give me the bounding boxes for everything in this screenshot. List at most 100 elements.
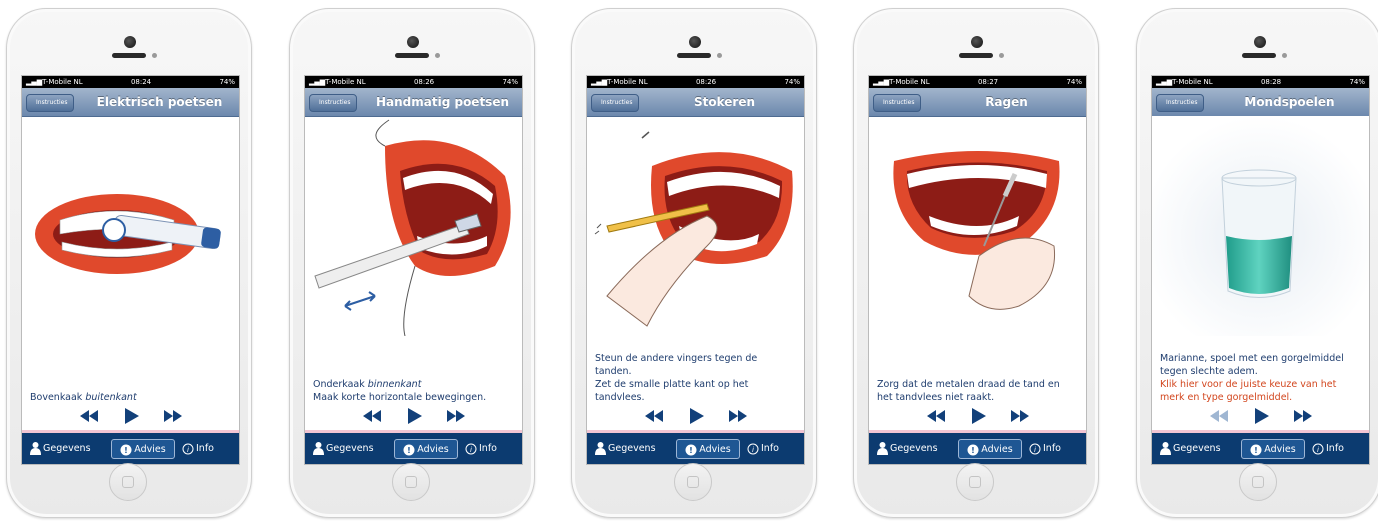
tab-info[interactable]: i Info	[1312, 439, 1344, 459]
tab-info[interactable]: i Info	[465, 439, 497, 459]
tab-bar: Gegevens ! Advies i Info	[22, 433, 239, 464]
tab-advies[interactable]: ! Advies	[676, 439, 740, 459]
tab-label: Gegevens	[43, 443, 91, 454]
front-camera	[971, 36, 983, 48]
info-icon: i	[1312, 443, 1324, 454]
page-title: Handmatig poetsen	[375, 95, 510, 109]
status-time: 08:26	[695, 78, 717, 86]
svg-text:!: !	[689, 446, 693, 455]
play-icon[interactable]	[685, 407, 707, 425]
caption-line: tandvlees.	[595, 392, 645, 403]
tab-advies[interactable]: ! Advies	[1241, 439, 1305, 459]
playback-controls	[587, 407, 804, 425]
phone-ragen: ▂▄▆ T-Mobile NL 08:27 74% Instructies Ra…	[853, 8, 1099, 518]
svg-text:i: i	[1034, 446, 1036, 454]
instruction-caption: Bovenkaak buitenkant	[30, 334, 233, 404]
fast-forward-icon[interactable]	[1009, 407, 1031, 425]
home-button[interactable]	[392, 463, 430, 501]
mouthwash-choice-link-line2[interactable]: merk en type gorgelmiddel.	[1160, 391, 1363, 404]
play-icon[interactable]	[403, 407, 425, 425]
tab-gegevens[interactable]: Gegevens	[313, 439, 374, 459]
info-icon: i	[465, 443, 477, 454]
svg-text:i: i	[1317, 446, 1319, 454]
tab-gegevens[interactable]: Gegevens	[595, 439, 656, 459]
person-icon	[877, 442, 888, 455]
tab-label: Gegevens	[1173, 443, 1221, 454]
back-button[interactable]: Instructies	[873, 94, 922, 112]
back-button[interactable]: Instructies	[591, 94, 640, 112]
fast-forward-icon[interactable]	[1292, 407, 1314, 425]
electric-toothbrush-illustration	[35, 194, 221, 274]
tab-info[interactable]: i Info	[747, 439, 779, 459]
fast-forward-icon[interactable]	[727, 407, 749, 425]
person-icon	[313, 442, 324, 455]
tab-gegevens[interactable]: Gegevens	[1160, 439, 1221, 459]
home-button[interactable]	[1239, 463, 1277, 501]
play-icon[interactable]	[967, 407, 989, 425]
front-camera	[1254, 36, 1266, 48]
instruction-caption: Marianne, spoel met een gorgelmiddel teg…	[1160, 334, 1363, 404]
status-time: 08:26	[413, 78, 435, 86]
instruction-caption: Onderkaak binnenkant Maak korte horizont…	[313, 334, 516, 404]
playback-controls	[1152, 407, 1369, 425]
nav-bar: Instructies Stokeren	[587, 88, 804, 117]
tab-label: Info	[1326, 443, 1344, 454]
mouthwash-choice-link[interactable]: Klik hier voor de juiste keuze van het	[1160, 378, 1363, 391]
screen: ▂▄▆ T-Mobile NL 08:26 74% Instructies Ha…	[304, 75, 523, 465]
home-button[interactable]	[674, 463, 712, 501]
tab-label: Advies	[134, 444, 166, 455]
back-button[interactable]: Instructies	[26, 94, 75, 112]
playback-controls	[305, 407, 522, 425]
caption-line: het tandvlees niet raakt.	[877, 392, 995, 403]
front-camera	[689, 36, 701, 48]
rewind-icon[interactable]	[1208, 407, 1230, 425]
tab-label: Info	[196, 443, 214, 454]
signal-icon: ▂▄▆	[591, 78, 608, 86]
tab-info[interactable]: i Info	[1029, 439, 1061, 459]
page-title: Stokeren	[693, 95, 756, 109]
caption-text: Bovenkaak	[30, 392, 86, 403]
rewind-icon[interactable]	[643, 407, 665, 425]
tab-gegevens[interactable]: Gegevens	[30, 439, 91, 459]
svg-text:!: !	[124, 446, 128, 455]
advice-bubble-icon: !	[967, 444, 979, 455]
fast-forward-icon[interactable]	[162, 407, 184, 425]
play-icon[interactable]	[120, 407, 142, 425]
back-button[interactable]: Instructies	[1156, 94, 1205, 112]
page-title: Ragen	[985, 95, 1028, 109]
status-bar: ▂▄▆ T-Mobile NL 08:26 74%	[305, 76, 522, 88]
caption-line: tanden.	[595, 366, 632, 377]
page-title: Mondspoelen	[1244, 95, 1335, 109]
carrier-name: T-Mobile NL	[42, 78, 83, 86]
caption-text: Onderkaak	[313, 379, 368, 390]
play-icon[interactable]	[1250, 407, 1272, 425]
signal-icon: ▂▄▆	[26, 78, 43, 86]
tab-advies[interactable]: ! Advies	[394, 439, 458, 459]
instruction-caption: Zorg dat de metalen draad de tand en het…	[877, 334, 1080, 404]
home-button[interactable]	[956, 463, 994, 501]
back-button[interactable]: Instructies	[309, 94, 358, 112]
tab-gegevens[interactable]: Gegevens	[877, 439, 938, 459]
caption-line: Zet de smalle platte kant op het	[595, 379, 749, 390]
tab-advies[interactable]: ! Advies	[111, 439, 175, 459]
battery-level: 74%	[784, 78, 800, 86]
fast-forward-icon[interactable]	[445, 407, 467, 425]
mouthwash-glass-illustration	[1152, 116, 1369, 336]
front-camera	[407, 36, 419, 48]
rewind-icon[interactable]	[361, 407, 383, 425]
svg-text:i: i	[187, 446, 189, 454]
svg-text:i: i	[752, 446, 754, 454]
home-button[interactable]	[109, 463, 147, 501]
info-icon: i	[1029, 443, 1041, 454]
nav-bar: Instructies Ragen	[869, 88, 1086, 117]
rewind-icon[interactable]	[925, 407, 947, 425]
tab-bar: Gegevens ! Advies i Info	[1152, 433, 1369, 464]
tab-advies[interactable]: ! Advies	[958, 439, 1022, 459]
proximity-sensor	[999, 53, 1004, 58]
tab-info[interactable]: i Info	[182, 439, 214, 459]
earpiece-speaker	[1242, 53, 1276, 58]
status-time: 08:24	[130, 78, 152, 86]
tab-bar: Gegevens ! Advies i Info	[587, 433, 804, 464]
rewind-icon[interactable]	[78, 407, 100, 425]
caption-line: Maak korte horizontale bewegingen.	[313, 392, 487, 403]
